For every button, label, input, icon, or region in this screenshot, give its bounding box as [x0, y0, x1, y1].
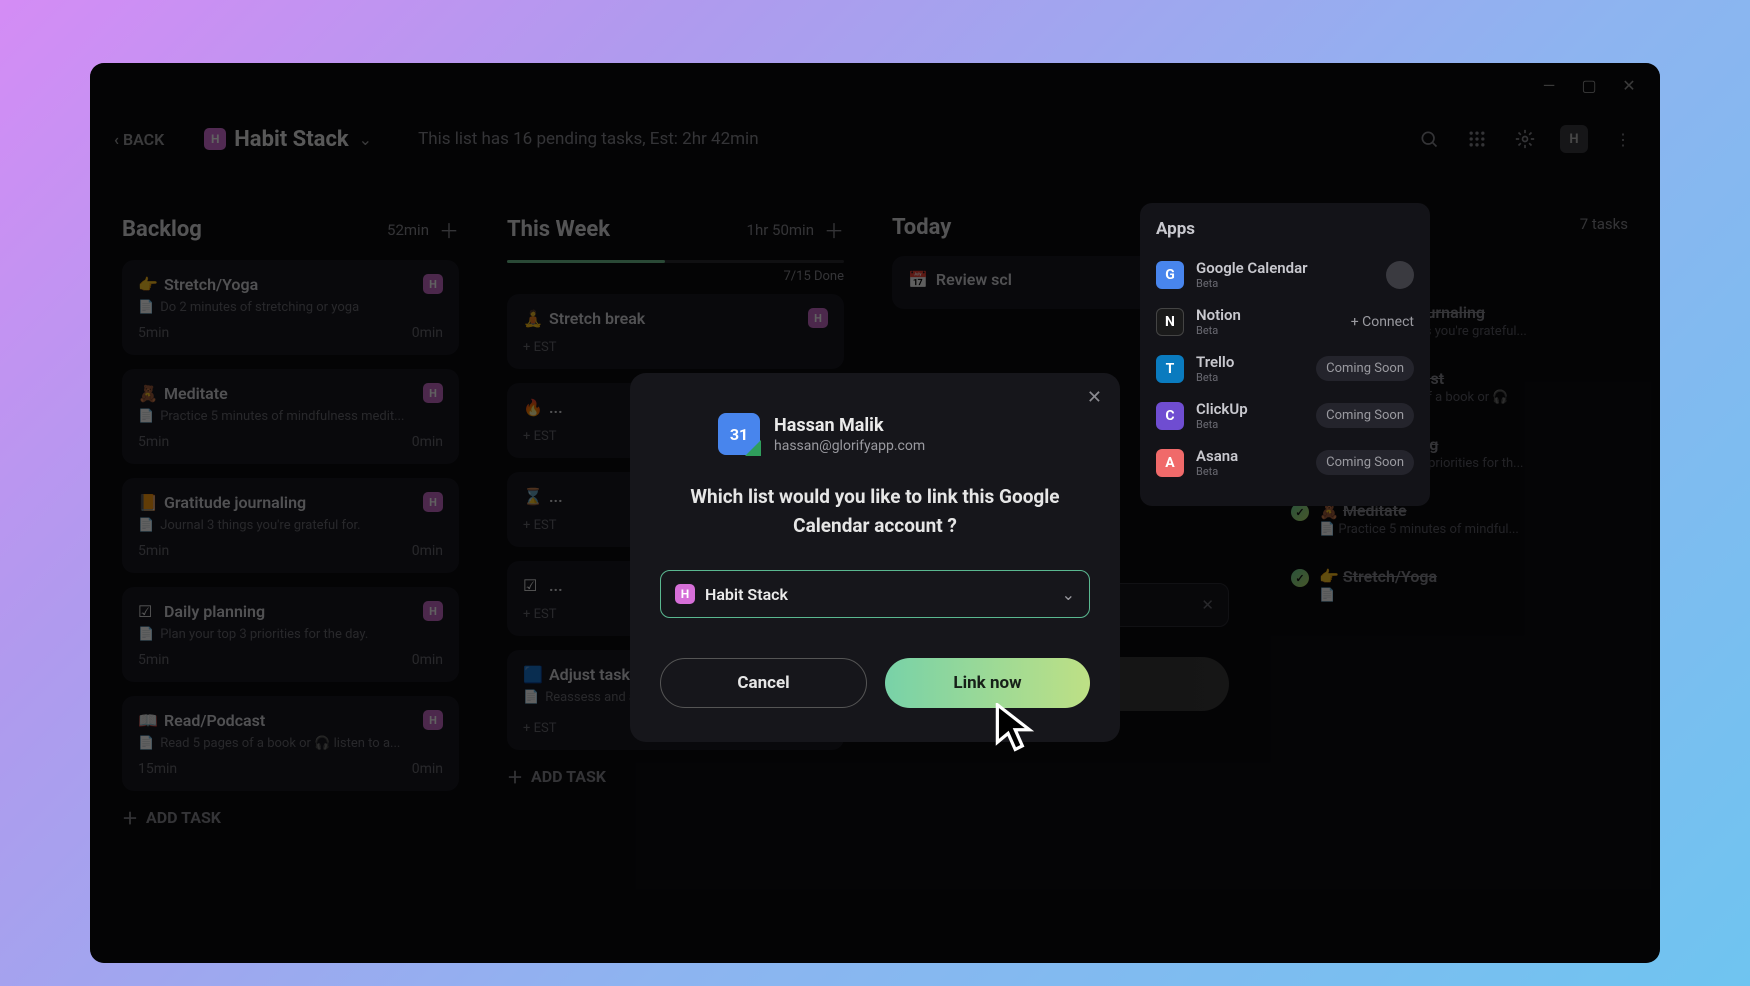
- chevron-down-icon: ⌄: [1062, 585, 1075, 604]
- coming-soon-badge: Coming Soon: [1316, 356, 1414, 381]
- google-calendar-icon: 31: [718, 413, 760, 455]
- app-item[interactable]: T TrelloBeta Coming Soon: [1156, 345, 1414, 392]
- coming-soon-badge: Coming Soon: [1316, 450, 1414, 475]
- app-beta-label: Beta: [1196, 324, 1241, 337]
- app-name: Google Calendar: [1196, 259, 1308, 277]
- selected-list: Habit Stack: [705, 585, 788, 604]
- app-beta-label: Beta: [1196, 371, 1234, 384]
- app-beta-label: Beta: [1196, 465, 1238, 478]
- modal-user: 31 Hassan Malik hassan@glorifyapp.com: [660, 413, 1090, 455]
- app-item[interactable]: A AsanaBeta Coming Soon: [1156, 439, 1414, 486]
- coming-soon-badge: Coming Soon: [1316, 403, 1414, 428]
- user-email: hassan@glorifyapp.com: [774, 438, 925, 454]
- connected-avatar: [1386, 261, 1414, 289]
- app-name: Asana: [1196, 447, 1238, 465]
- app-name: ClickUp: [1196, 400, 1248, 418]
- app-item[interactable]: N NotionBeta + Connect: [1156, 298, 1414, 345]
- app-icon: A: [1156, 449, 1184, 477]
- app-icon: C: [1156, 402, 1184, 430]
- link-now-button[interactable]: Link now: [885, 658, 1090, 708]
- app-icon: G: [1156, 261, 1184, 289]
- app-item[interactable]: G Google CalendarBeta: [1156, 251, 1414, 298]
- connect-button[interactable]: + Connect: [1351, 314, 1414, 330]
- app-beta-label: Beta: [1196, 277, 1308, 290]
- apps-panel-title: Apps: [1156, 219, 1414, 239]
- app-beta-label: Beta: [1196, 418, 1248, 431]
- apps-panel: Apps G Google CalendarBeta N NotionBeta …: [1140, 203, 1430, 506]
- close-icon[interactable]: ✕: [1087, 387, 1102, 408]
- link-calendar-modal: ✕ 31 Hassan Malik hassan@glorifyapp.com …: [630, 373, 1120, 742]
- app-icon: N: [1156, 308, 1184, 336]
- app-item[interactable]: C ClickUpBeta Coming Soon: [1156, 392, 1414, 439]
- cursor-icon: [995, 703, 1039, 753]
- app-name: Notion: [1196, 306, 1241, 324]
- user-name: Hassan Malik: [774, 415, 925, 436]
- cancel-button[interactable]: Cancel: [660, 658, 867, 708]
- list-badge-icon: H: [675, 584, 695, 604]
- app-window: — ▢ ✕ ‹ BACK H Habit Stack ⌄ This list h…: [90, 63, 1660, 963]
- modal-question: Which list would you like to link this G…: [660, 483, 1090, 540]
- list-select[interactable]: H Habit Stack ⌄: [660, 570, 1090, 618]
- app-name: Trello: [1196, 353, 1234, 371]
- app-icon: T: [1156, 355, 1184, 383]
